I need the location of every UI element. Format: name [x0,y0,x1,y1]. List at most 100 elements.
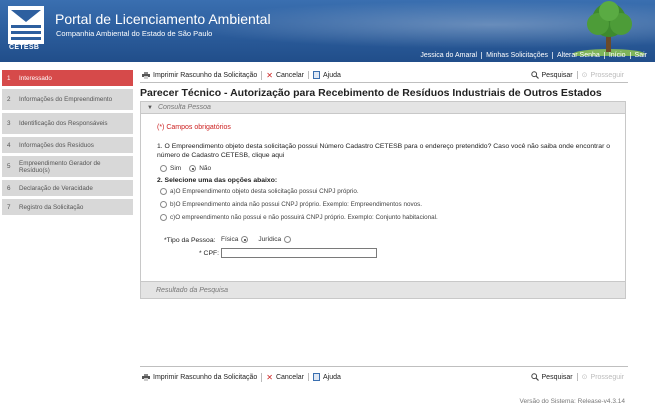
option-b-label: b)O Empreendimento ainda não possui CNPJ… [170,201,423,208]
proceed-icon: ⊙ [581,72,588,79]
person-type-label: *Tipo da Pessoa: [164,237,216,244]
bottom-toolbar-divider [140,366,628,367]
q1-no-label: Não [199,165,212,172]
toolbar-top: Imprimir Rascunho da Solicitação ✕ Cance… [140,69,628,81]
cancel-button[interactable]: ✕ Cancelar [261,70,308,80]
nav-logout[interactable]: Sair [629,51,651,59]
option-c-label: c)O empreendimento não possui e não poss… [170,214,438,221]
help-label: Ajuda [322,373,341,381]
print-draft-button[interactable]: Imprimir Rascunho da Solicitação [140,71,261,79]
cancel-label: Cancelar [275,71,304,79]
nav-change-password[interactable]: Alterar Senha [552,51,604,59]
panel-footer-resultado[interactable]: Resultado da Pesquisa [141,281,625,298]
search-label: Pesquisar [541,71,573,79]
printer-icon [142,71,150,79]
sidebar-item-gerador[interactable]: 5 Empreendimento Gerador de Resíduo(s) [2,156,133,177]
app-title: Portal de Licenciamento Ambiental [55,11,271,27]
step-label: Empreendimento Gerador de Resíduo(s) [19,159,101,174]
search-label: Pesquisar [541,373,573,381]
option-b[interactable]: b)O Empreendimento ainda não possui CNPJ… [160,201,422,208]
collapse-triangle-icon: ▼ [147,104,153,111]
close-icon: ✕ [266,372,273,382]
proceed-label: Prosseguir [590,71,624,79]
cpf-input[interactable] [221,248,377,258]
printer-icon [142,373,150,381]
help-book-icon [312,71,320,79]
sidebar-item-registro[interactable]: 7 Registro da Solicitação [2,199,133,215]
cpf-label: * CPF: [199,250,220,257]
page-title: Parecer Técnico - Autorização para Receb… [140,87,602,99]
cancel-label: Cancelar [275,373,304,381]
proceed-button-bottom[interactable]: ⊙ Prosseguir [576,373,628,381]
cancel-button-bottom[interactable]: ✕ Cancelar [261,372,308,382]
option-c[interactable]: c)O empreendimento não possui e não poss… [160,214,438,221]
person-juridica-label: Jurídica [258,236,282,243]
sidebar-item-responsaveis[interactable]: 3 Identificação dos Responsáveis [2,113,133,134]
help-button-bottom[interactable]: Ajuda [307,373,345,381]
person-fisica-radio[interactable] [241,236,249,243]
help-label: Ajuda [322,71,341,79]
panel-header-consulta[interactable]: ▼ Consulta Pessoa [141,102,625,114]
panel-header-label: Consulta Pessoa [157,104,211,111]
search-icon [530,71,539,79]
toolbar-right: Pesquisar ⊙ Prosseguir [529,71,628,79]
search-button-bottom[interactable]: Pesquisar [529,373,577,381]
question-2: 2. Selecione uma das opções abaixo: [157,177,278,184]
help-book-icon [312,373,320,381]
help-button[interactable]: Ajuda [307,71,345,79]
person-juridica-radio[interactable] [284,236,292,243]
sidebar-item-residuos[interactable]: 4 Informações dos Resíduos [2,137,133,153]
required-note: (*) Campos obrigatórios [157,124,231,131]
person-type-group: Física Jurídica [221,236,294,243]
search-icon [530,373,539,381]
toolbar-bottom: Imprimir Rascunho da Solicitação ✕ Cance… [140,371,628,383]
step-label: Interessado [19,74,52,82]
step-number: 1 [7,74,11,82]
print-draft-button-bottom[interactable]: Imprimir Rascunho da Solicitação [140,373,261,381]
nav-home[interactable]: Início [603,51,630,59]
q1-yes-radio[interactable] [160,165,167,172]
toolbar-divider [140,82,628,83]
option-b-radio[interactable] [160,201,167,208]
sidebar-item-veracidade[interactable]: 6 Declaração de Veracidade [2,180,133,196]
sidebar-item-interessado[interactable]: 1 Interessado [2,70,133,86]
step-number: 5 [7,163,11,170]
step-number: 6 [7,184,11,192]
proceed-icon: ⊙ [581,374,588,381]
step-label: Identificação dos Responsáveis [19,120,108,127]
nav-user[interactable]: Jessica do Amaral [416,52,481,59]
close-icon: ✕ [266,70,273,80]
option-a-label: a)O Empreendimento objeto desta solicita… [170,188,359,195]
system-version: Versão do Sistema: Release-v4.3.14 [519,398,625,405]
app-header: CETESB Portal de Licenciamento Ambiental… [0,0,655,62]
question-1: 1. O Empreendimento objeto desta solicit… [157,143,611,159]
proceed-button[interactable]: ⊙ Prosseguir [576,71,628,79]
logo-text: CETESB [9,44,40,51]
step-label: Declaração de Veracidade [19,184,93,192]
nav-my-requests[interactable]: Minhas Solicitações [481,51,552,59]
q1-no-radio[interactable] [189,165,197,172]
search-button[interactable]: Pesquisar [529,71,577,79]
sidebar-item-empreendimento[interactable]: 2 Informações do Empreendimento [2,89,133,110]
option-a-radio[interactable] [160,188,167,195]
q1-yes-label: Sim [170,165,182,172]
toolbar-right-bottom: Pesquisar ⊙ Prosseguir [529,373,628,381]
print-draft-label: Imprimir Rascunho da Solicitação [153,373,258,381]
step-number: 4 [7,141,11,149]
panel-footer-label: Resultado da Pesquisa [156,286,228,294]
print-draft-label: Imprimir Rascunho da Solicitação [153,71,258,79]
steps-sidebar: 1 Interessado 2 Informações do Empreendi… [2,70,133,218]
step-label: Registro da Solicitação [19,203,84,211]
option-a[interactable]: a)O Empreendimento objeto desta solicita… [160,188,359,195]
step-number: 7 [7,203,11,211]
option-c-radio[interactable] [160,214,167,221]
proceed-label: Prosseguir [590,373,624,381]
cetesb-logo-icon [8,6,44,44]
app-subtitle: Companhia Ambiental do Estado de São Pau… [56,29,213,38]
step-number: 2 [7,96,11,103]
person-fisica-label: Física [221,236,239,243]
tree-icon [573,1,645,56]
q1-radio-group: Sim Não [160,165,211,172]
step-number: 3 [7,120,11,127]
step-label: Informações do Empreendimento [19,96,113,103]
